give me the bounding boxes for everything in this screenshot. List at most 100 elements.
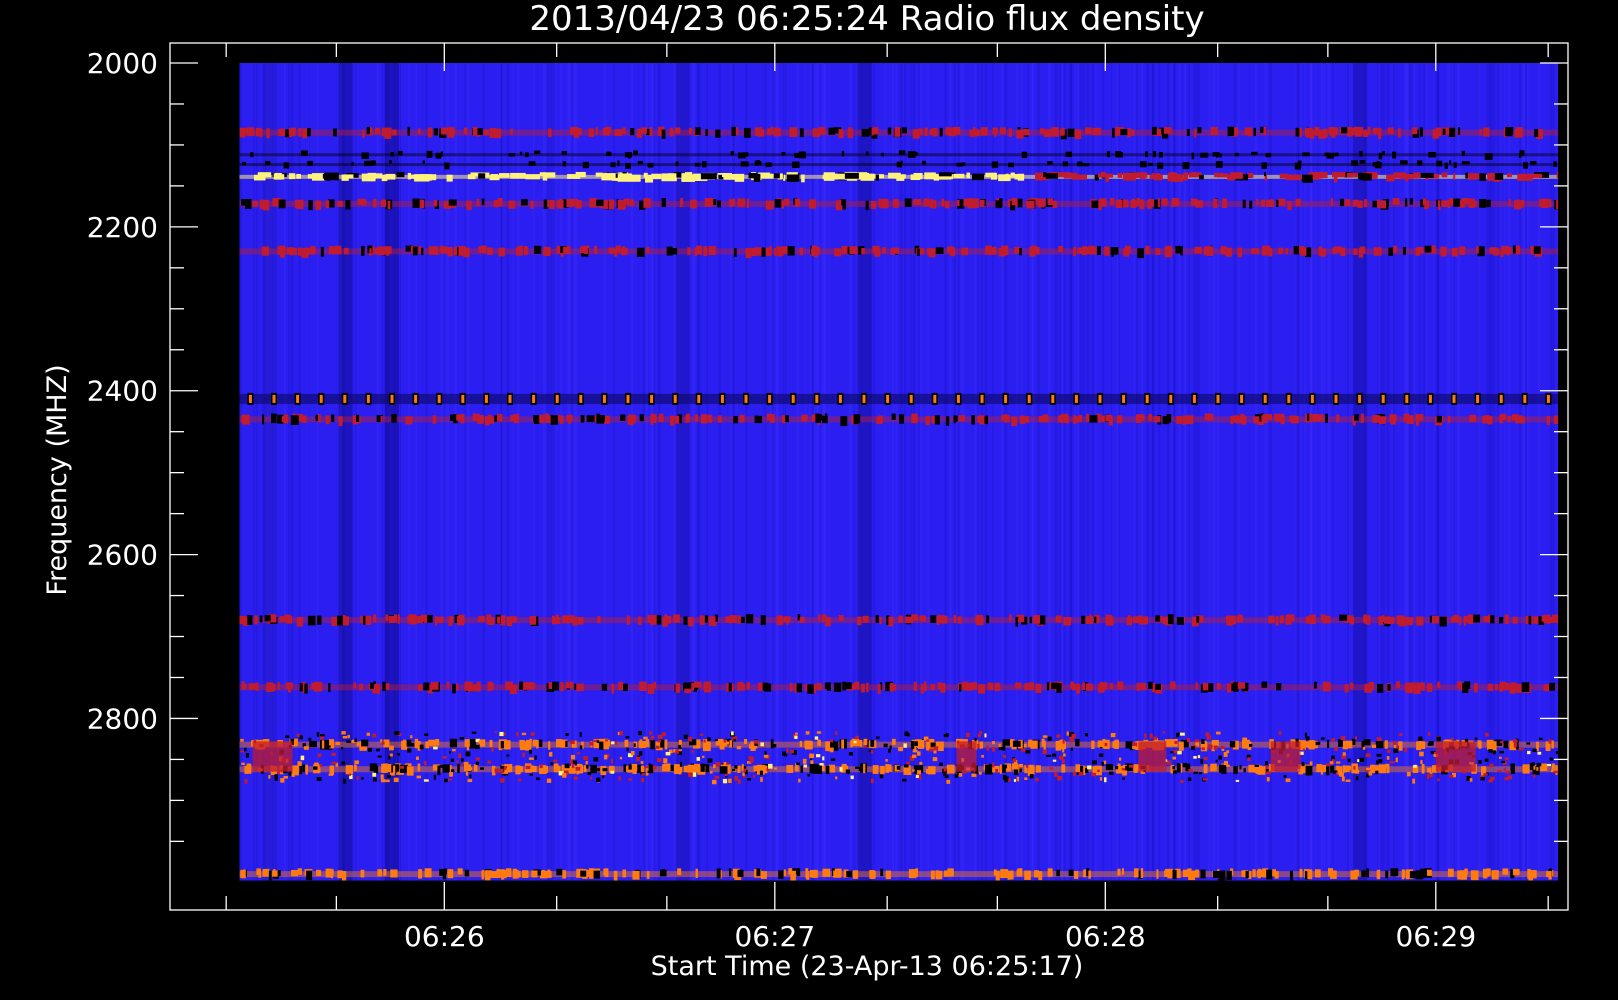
band-speckle xyxy=(677,868,682,876)
band-speckle xyxy=(928,248,936,258)
band-speckle xyxy=(1299,127,1302,138)
band-speckle xyxy=(707,414,713,423)
burst-pixel xyxy=(1371,744,1377,748)
band-speckle xyxy=(1015,616,1019,627)
burst-pixel xyxy=(1365,767,1371,771)
burst-pixel xyxy=(887,748,891,753)
band-speckle xyxy=(862,615,869,623)
band-speckle xyxy=(1106,150,1110,158)
burst-pixel xyxy=(651,735,655,739)
band-speckle xyxy=(1148,681,1153,689)
band-speckle xyxy=(1317,414,1324,422)
burst-pixel xyxy=(1186,737,1191,743)
band-speckle xyxy=(1501,413,1507,420)
burst-pixel xyxy=(805,731,810,735)
burst-pixel xyxy=(794,735,798,740)
burst-pixel xyxy=(319,734,325,737)
band-dot-core xyxy=(248,394,252,403)
band-dot-core xyxy=(1499,394,1503,403)
band-speckle xyxy=(1500,248,1504,258)
band-speckle xyxy=(601,683,608,691)
band-speckle xyxy=(1276,683,1282,691)
band-speckle xyxy=(539,414,545,424)
band-speckle xyxy=(913,199,922,206)
burst-pixel xyxy=(494,731,497,734)
band-speckle xyxy=(690,199,697,209)
band-speckle xyxy=(1353,248,1358,255)
band-speckle xyxy=(1409,871,1417,879)
band-speckle xyxy=(466,200,472,211)
band-speckle xyxy=(834,868,842,877)
band-dot-core xyxy=(768,394,772,403)
burst-pixel xyxy=(478,740,484,744)
burst-pixel xyxy=(1203,756,1208,761)
band-speckle xyxy=(374,247,382,255)
band-speckle xyxy=(1221,764,1227,774)
burst-pixel xyxy=(1166,760,1171,766)
band-speckle xyxy=(1184,415,1192,424)
burst-pixel xyxy=(1019,768,1022,773)
band-speckle xyxy=(563,246,571,255)
band-speckle xyxy=(1226,870,1232,881)
band-speckle xyxy=(266,869,269,876)
heatmap-streak xyxy=(1054,63,1058,881)
heatmap-streak xyxy=(691,63,695,881)
band-dot-core xyxy=(956,394,960,403)
band-speckle xyxy=(794,198,801,207)
band-speckle xyxy=(818,126,826,135)
burst-pixel xyxy=(1490,776,1495,781)
band-speckle xyxy=(955,415,958,422)
heatmap-streak xyxy=(1037,63,1041,881)
band-speckle xyxy=(446,174,453,182)
band-speckle xyxy=(505,681,513,691)
band-speckle xyxy=(1105,174,1109,183)
band-speckle xyxy=(999,127,1006,134)
burst-pixel xyxy=(300,755,305,761)
burst-pixel xyxy=(575,766,581,771)
burst-pixel xyxy=(1499,750,1505,754)
burst-pixel xyxy=(449,772,453,777)
heatmap-streak xyxy=(1433,63,1435,881)
band-speckle xyxy=(1385,870,1389,879)
band-speckle xyxy=(453,246,457,256)
band-speckle xyxy=(920,683,924,694)
burst-pixel xyxy=(1283,774,1287,778)
band-speckle xyxy=(305,764,308,775)
band-dot-core xyxy=(673,394,677,403)
burst-pixel xyxy=(494,768,500,773)
band-speckle xyxy=(1389,414,1397,421)
band-speckle xyxy=(1102,683,1105,692)
band-speckle xyxy=(539,172,546,177)
burst-pixel xyxy=(652,765,657,770)
band-speckle xyxy=(956,199,960,207)
band-speckle xyxy=(1203,246,1212,256)
band-speckle xyxy=(1123,248,1129,257)
burst-pixel xyxy=(381,779,386,783)
band-speckle xyxy=(299,683,303,692)
band-speckle xyxy=(1504,614,1509,625)
band-speckle xyxy=(374,127,381,135)
heatmap-streak xyxy=(399,63,402,881)
band-speckle xyxy=(1122,199,1129,208)
burst-pixel xyxy=(1099,777,1103,781)
band-speckle xyxy=(1354,414,1359,421)
heatmap-streak xyxy=(920,63,923,881)
burst-pixel xyxy=(393,777,399,783)
band-speckle xyxy=(1483,869,1490,877)
band-speckle xyxy=(861,248,865,255)
band-speckle xyxy=(1105,616,1114,626)
band-speckle xyxy=(1139,199,1145,210)
band-speckle xyxy=(683,682,692,689)
band-speckle xyxy=(610,162,616,168)
band-speckle xyxy=(705,129,709,137)
band-dot-core xyxy=(414,394,418,403)
band-speckle xyxy=(880,198,889,209)
burst-pixel xyxy=(713,764,716,769)
burst-pixel xyxy=(1172,766,1176,770)
band-speckle xyxy=(1001,414,1006,421)
band-speckle xyxy=(869,870,874,878)
band-speckle xyxy=(593,870,601,879)
band-speckle xyxy=(1122,172,1137,181)
band-speckle xyxy=(1120,129,1129,136)
band-speckle xyxy=(1333,246,1342,253)
